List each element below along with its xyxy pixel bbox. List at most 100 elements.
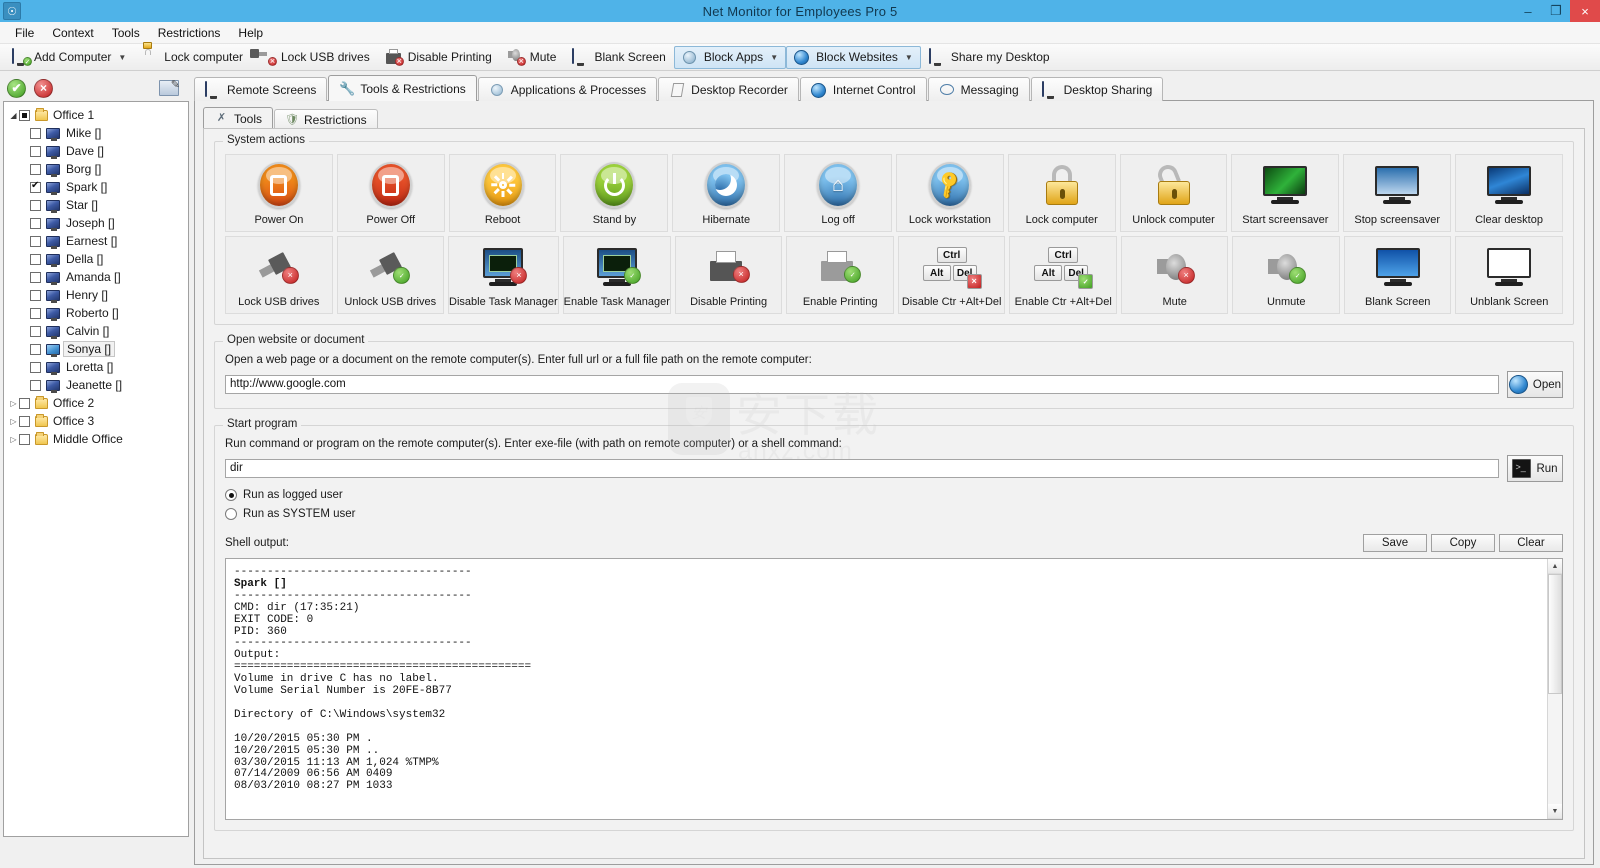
toolbar-block-apps[interactable]: Block Apps ▼ xyxy=(673,45,787,69)
action-disable-ctrl-alt-del[interactable]: Ctrl Alt Del Disable Ctr +Alt+Del xyxy=(897,236,1006,314)
tree-node-henry[interactable]: Henry [] xyxy=(4,286,188,304)
tree-checkbox[interactable] xyxy=(30,325,41,337)
action-hibernate[interactable]: Hibernate xyxy=(672,154,781,232)
connect-all-button[interactable]: ✔ xyxy=(7,78,26,98)
tree-checkbox[interactable] xyxy=(19,109,30,121)
tree-checkbox[interactable] xyxy=(19,415,30,427)
tree-node-earnest[interactable]: Earnest [] xyxy=(4,232,188,250)
tree-checkbox[interactable] xyxy=(19,397,30,409)
expand-arrow-icon[interactable]: ▷ xyxy=(8,417,19,426)
toolbar-lock-usb-drives[interactable]: Lock USB drives xyxy=(250,46,378,69)
tree-node-loretta[interactable]: Loretta [] xyxy=(4,358,188,376)
tree-node-roberto[interactable]: Roberto [] xyxy=(4,304,188,322)
run-button[interactable]: >_ Run xyxy=(1507,455,1563,482)
action-blank-screen[interactable]: Blank Screen xyxy=(1343,236,1452,314)
tab-desktop-recorder[interactable]: Desktop Recorder xyxy=(658,77,799,101)
menu-item-help[interactable]: Help xyxy=(229,24,272,42)
tree-checkbox[interactable] xyxy=(30,217,41,229)
tab-internet-control[interactable]: Internet Control xyxy=(799,77,927,101)
shell-output-box[interactable]: ------------------------------------ Spa… xyxy=(225,558,1563,820)
action-lock-computer[interactable]: Lock computer xyxy=(1007,154,1116,232)
tree-node-amanda[interactable]: Amanda [] xyxy=(4,268,188,286)
tree-checkbox[interactable] xyxy=(30,235,41,247)
tree-node-spark[interactable]: Spark [] xyxy=(4,178,188,196)
tree-checkbox[interactable] xyxy=(30,307,41,319)
expand-arrow-icon[interactable]: ◢ xyxy=(8,111,19,120)
scrollbar-track[interactable] xyxy=(1548,694,1562,804)
toolbar-blank-screen[interactable]: Blank Screen xyxy=(564,46,673,69)
action-enable-printing[interactable]: Enable Printing xyxy=(786,236,894,314)
toolbar-share-desktop[interactable]: Share my Desktop xyxy=(921,46,1058,69)
action-unlock-computer[interactable]: Unlock computer xyxy=(1119,154,1228,232)
tree-node-borg[interactable]: Borg [] xyxy=(4,160,188,178)
tree-node-office-1[interactable]: ◢ Office 1 xyxy=(4,106,188,124)
tree-checkbox[interactable] xyxy=(30,180,41,193)
action-unlock-usb-drives[interactable]: Unlock USB drives xyxy=(336,236,445,314)
action-stand-by[interactable]: Stand by xyxy=(560,154,669,232)
action-clear-desktop[interactable]: Clear desktop xyxy=(1455,154,1563,232)
menu-item-restrictions[interactable]: Restrictions xyxy=(149,24,230,42)
command-input[interactable]: dir xyxy=(225,459,1499,478)
scroll-up-icon[interactable]: ▲ xyxy=(1548,559,1562,574)
expand-arrow-icon[interactable]: ▷ xyxy=(8,435,19,444)
chevron-down-icon[interactable]: ▼ xyxy=(770,53,778,62)
tree-node-dave[interactable]: Dave [] xyxy=(4,142,188,160)
menu-item-file[interactable]: File xyxy=(6,24,43,42)
tree-checkbox[interactable] xyxy=(30,361,41,373)
tree-checkbox[interactable] xyxy=(30,271,41,283)
tree-checkbox[interactable] xyxy=(19,433,30,445)
radio-run-as-logged-user[interactable]: Run as logged user xyxy=(225,489,1563,501)
copy-button[interactable]: Copy xyxy=(1431,534,1495,552)
tree-node-joseph[interactable]: Joseph [] xyxy=(4,214,188,232)
disconnect-all-button[interactable]: × xyxy=(34,78,53,98)
action-reboot[interactable]: Reboot xyxy=(448,154,557,232)
tab-remote-screens[interactable]: Remote Screens xyxy=(194,77,328,101)
action-power-off[interactable]: Power Off xyxy=(336,154,445,232)
tree-checkbox[interactable] xyxy=(30,379,41,391)
edit-icon[interactable] xyxy=(159,78,180,96)
tree-checkbox[interactable] xyxy=(30,163,41,175)
tree-checkbox[interactable] xyxy=(30,127,41,139)
chevron-down-icon[interactable]: ▼ xyxy=(118,53,126,62)
toolbar-disable-printing[interactable]: Disable Printing xyxy=(378,46,500,69)
tree-node-calvin[interactable]: Calvin [] xyxy=(4,322,188,340)
tree-node-sonya[interactable]: Sonya [] xyxy=(4,340,188,358)
url-input[interactable]: http://www.google.com xyxy=(225,375,1499,394)
open-button[interactable]: Open xyxy=(1507,371,1563,398)
action-disable-printing[interactable]: Disable Printing xyxy=(674,236,783,314)
tab-tools-restrictions[interactable]: 🔧 Tools & Restrictions xyxy=(328,75,477,101)
tree-node-office-2[interactable]: ▷ Office 2 xyxy=(4,394,188,412)
tree-checkbox[interactable] xyxy=(30,343,41,355)
radio-dot[interactable] xyxy=(225,508,237,520)
chevron-down-icon[interactable]: ▼ xyxy=(905,53,913,62)
action-mute[interactable]: Mute xyxy=(1120,236,1229,314)
save-button[interactable]: Save xyxy=(1363,534,1427,552)
action-power-on[interactable]: Power On xyxy=(225,154,333,232)
toolbar-block-websites[interactable]: Block Websites ▼ xyxy=(786,45,921,69)
subtab-restrictions[interactable]: 🛡 Restrictions xyxy=(274,109,378,129)
action-enable-ctrl-alt-del[interactable]: Ctrl Alt Del Enable Ctr +Alt+Del xyxy=(1009,236,1117,314)
scroll-down-icon[interactable]: ▼ xyxy=(1548,804,1562,819)
tree-node-star[interactable]: Star [] xyxy=(4,196,188,214)
action-stop-screensaver[interactable]: Stop screensaver xyxy=(1343,154,1452,232)
toolbar-lock-computer[interactable]: Lock computer xyxy=(134,42,251,69)
action-start-screensaver[interactable]: Start screensaver xyxy=(1231,154,1340,232)
shell-scrollbar[interactable]: ▲ ▼ xyxy=(1547,559,1562,819)
action-lock-usb-drives[interactable]: Lock USB drives xyxy=(225,236,333,314)
action-unmute[interactable]: Unmute xyxy=(1232,236,1340,314)
tree-node-della[interactable]: Della [] xyxy=(4,250,188,268)
action-enable-task-manager[interactable]: Enable Task Manager xyxy=(562,236,671,314)
subtab-tools[interactable]: ✗ Tools xyxy=(203,107,274,129)
action-lock-workstation[interactable]: 🔑 Lock workstation xyxy=(895,154,1004,232)
tree-checkbox[interactable] xyxy=(30,199,41,211)
radio-dot[interactable] xyxy=(225,489,237,501)
tab-messaging[interactable]: Messaging xyxy=(927,77,1030,101)
menu-item-context[interactable]: Context xyxy=(43,24,102,42)
toolbar-mute[interactable]: Mute xyxy=(500,46,565,69)
clear-button[interactable]: Clear xyxy=(1499,534,1563,552)
tree-checkbox[interactable] xyxy=(30,253,41,265)
tree-node-jeanette[interactable]: Jeanette [] xyxy=(4,376,188,394)
action-unblank-screen[interactable]: Unblank Screen xyxy=(1455,236,1563,314)
tab-desktop-sharing[interactable]: Desktop Sharing xyxy=(1030,77,1164,101)
tree-node-mike[interactable]: Mike [] xyxy=(4,124,188,142)
